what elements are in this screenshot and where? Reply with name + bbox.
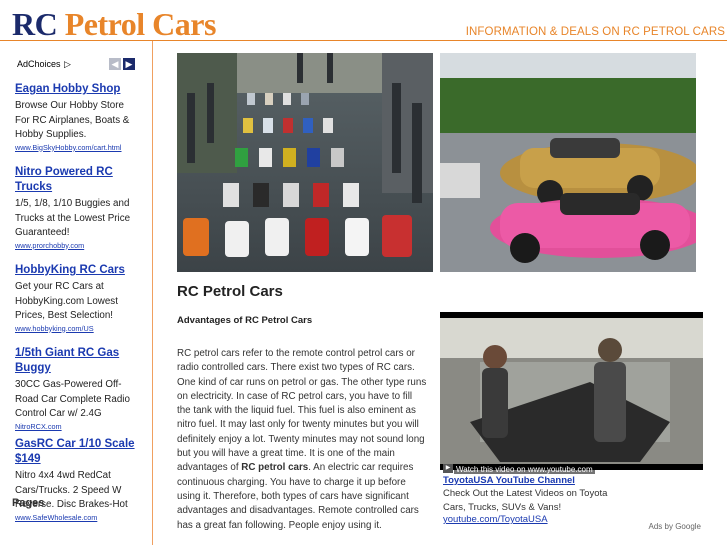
article-text: RC petrol cars refer to the remote contr… xyxy=(177,348,427,474)
site-title-rest: Petrol Cars xyxy=(64,6,217,42)
sidebar-ad-url[interactable]: www.SafeWholesale.com xyxy=(15,513,139,523)
sidebar-ad: Nitro Powered RC Trucks 1/5, 1/8, 1/10 B… xyxy=(15,165,139,251)
sidebar-ad-body: Browse Our Hobby Store For RC Airplanes,… xyxy=(15,100,130,140)
article-title: RC Petrol Cars xyxy=(177,283,283,300)
sidebar-ad: Eagan Hobby Shop Browse Our Hobby Store … xyxy=(15,82,139,153)
adchoices-link[interactable]: AdChoices ▷ xyxy=(17,59,71,70)
sidebar-ad-body: 1/5, 1/8, 1/10 Buggies and Trucks at the… xyxy=(15,198,131,238)
site-tagline: INFORMATION & DEALS ON RC PETROL CARS xyxy=(465,26,725,38)
youtube-icon: ▶ xyxy=(443,464,453,473)
article-bold-text: RC petrol cars xyxy=(241,462,309,474)
drift-cars-photo xyxy=(440,53,696,272)
article-body: RC petrol cars refer to the remote contr… xyxy=(177,347,427,533)
sidebar-ad-title[interactable]: Eagan Hobby Shop xyxy=(15,82,139,97)
sidebar-ad-title[interactable]: HobbyKing RC Cars xyxy=(15,263,139,278)
video-ad-description: Check Out the Latest Videos on Toyota Ca… xyxy=(443,488,608,513)
sidebar-ad: 1/5th Giant RC Gas Buggy 30CC Gas-Powere… xyxy=(15,346,139,432)
site-title[interactable]: RC Petrol Cars xyxy=(12,4,216,44)
sidebar-ad-title[interactable]: 1/5th Giant RC Gas Buggy xyxy=(15,346,139,376)
video-ad-url[interactable]: youtube.com/ToyotaUSA xyxy=(443,514,548,524)
sidebar-ad-title[interactable]: Nitro Powered RC Trucks xyxy=(15,165,139,195)
sidebar-ad-body: Get your RC Cars at HobbyKing.com Lowest… xyxy=(15,281,118,321)
sidebar-ad-url[interactable]: www.BigSkyHobby.com/cart.html xyxy=(15,143,139,153)
sidebar-ad-title[interactable]: GasRC Car 1/10 Scale $149 xyxy=(15,437,139,467)
sidebar: AdChoices ▷ ◀ ▶ Eagan Hobby Shop Browse … xyxy=(0,41,153,545)
adchoices-icon: ▷ xyxy=(64,59,71,69)
ad-prev-button[interactable]: ◀ xyxy=(109,58,121,70)
sidebar-ad-body: 30CC Gas-Powered Off-Road Car Complete R… xyxy=(15,379,130,419)
sidebar-ad-url[interactable]: NitroRCX.com xyxy=(15,422,139,432)
article-subtitle: Advantages of RC Petrol Cars xyxy=(177,315,313,326)
rc-cars-grid-photo xyxy=(177,53,433,272)
video-player[interactable] xyxy=(440,312,703,470)
sidebar-ad-url[interactable]: www.hobbyking.com/US xyxy=(15,324,139,334)
ads-by-google-label[interactable]: Ads by Google xyxy=(649,522,701,531)
pages-heading: Pages xyxy=(12,497,45,509)
ad-next-button[interactable]: ▶ xyxy=(123,58,135,70)
adchoices-label: AdChoices xyxy=(17,59,61,69)
sidebar-ad-url[interactable]: www.prorchobby.com xyxy=(15,241,139,251)
sidebar-ad: HobbyKing RC Cars Get your RC Cars at Ho… xyxy=(15,263,139,334)
video-caption[interactable]: Watch this video on www.youtube.com xyxy=(454,465,595,474)
video-ad-title[interactable]: ToyotaUSA YouTube Channel xyxy=(443,475,575,486)
site-title-rc: RC xyxy=(12,6,58,42)
sidebar-ad: GasRC Car 1/10 Scale $149 Nitro 4x4 4wd … xyxy=(15,437,139,523)
video-ad: ▶ Watch this video on www.youtube.com To… xyxy=(440,312,703,534)
